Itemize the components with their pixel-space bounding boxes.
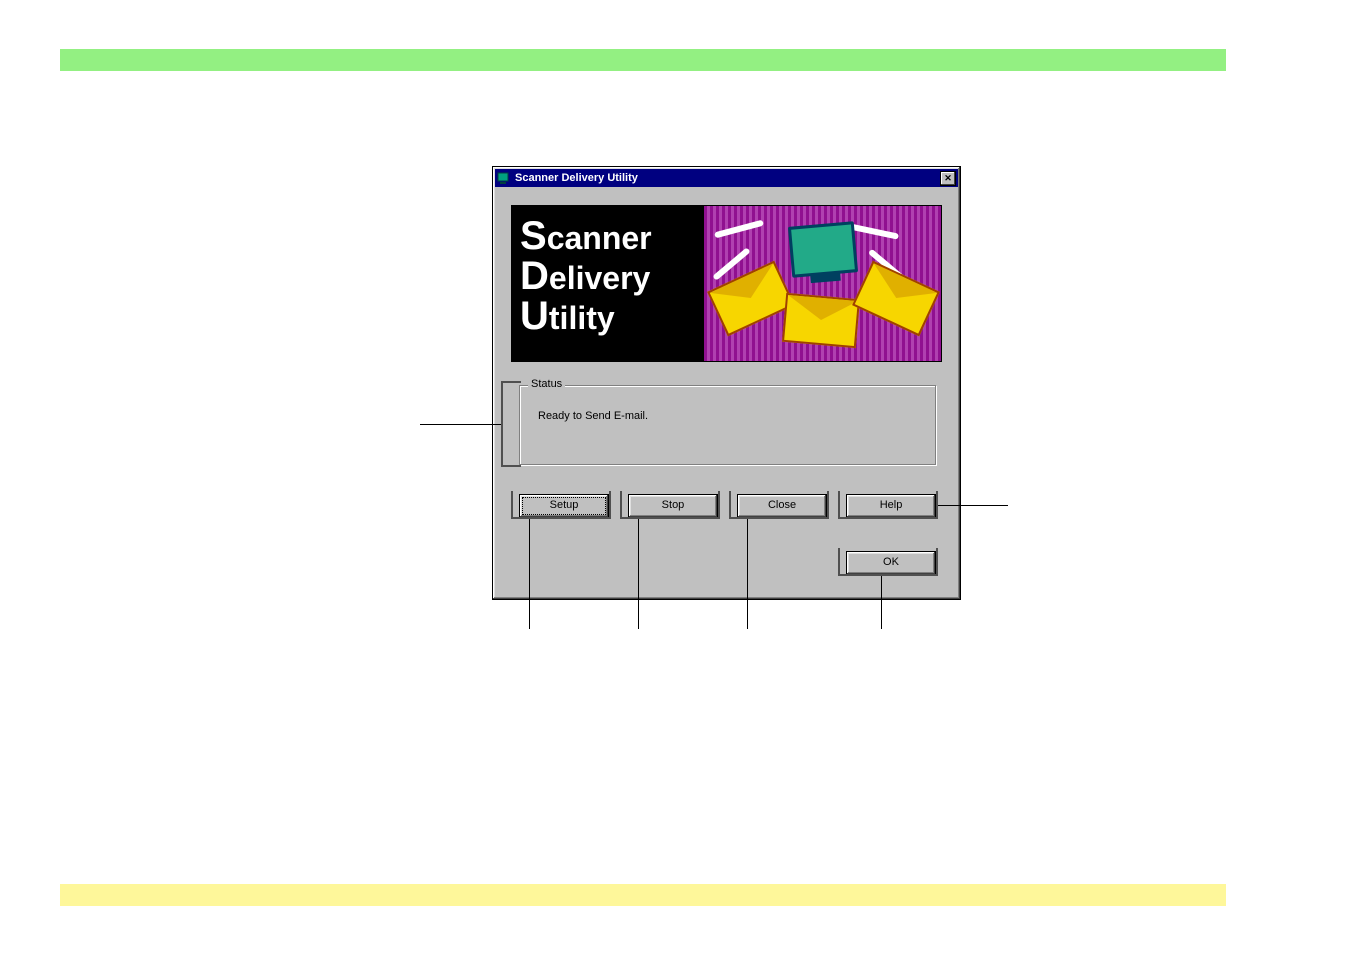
callout-ok-line bbox=[881, 576, 882, 629]
window-title: Scanner Delivery Utility bbox=[515, 172, 940, 184]
callout-ok-box bbox=[838, 548, 938, 576]
monitor-icon bbox=[787, 221, 857, 278]
banner-line3-initial: U bbox=[520, 294, 549, 338]
callout-status-line bbox=[420, 424, 501, 425]
envelope-icon bbox=[852, 261, 940, 337]
product-banner: Scanner Delivery Utility bbox=[511, 205, 942, 362]
envelope-icon bbox=[782, 293, 860, 348]
callout-help-box bbox=[838, 491, 938, 519]
banner-line1: canner bbox=[547, 220, 652, 256]
status-groupbox: Status Ready to Send E-mail. bbox=[519, 385, 936, 465]
banner-line2: elivery bbox=[549, 260, 650, 296]
banner-line2-initial: D bbox=[520, 254, 549, 298]
status-message: Ready to Send E-mail. bbox=[538, 410, 648, 422]
banner-line3: tility bbox=[549, 300, 615, 336]
callout-close-line bbox=[747, 519, 748, 629]
callout-setup-box bbox=[511, 491, 611, 519]
callout-close-box bbox=[729, 491, 829, 519]
app-icon bbox=[497, 171, 511, 185]
callout-help-line bbox=[938, 505, 1008, 506]
banner-line1-initial: S bbox=[520, 214, 547, 258]
banner-graphic bbox=[704, 206, 941, 361]
callout-stop-line bbox=[638, 519, 639, 629]
titlebar: Scanner Delivery Utility ✕ bbox=[495, 169, 958, 187]
page-footer-bar bbox=[60, 884, 1226, 906]
callout-status-box bbox=[501, 381, 521, 467]
page-header-bar bbox=[60, 49, 1226, 71]
callout-setup-line bbox=[529, 519, 530, 629]
callout-stop-box bbox=[620, 491, 720, 519]
scanner-delivery-dialog: Scanner Delivery Utility ✕ Scanner Deliv… bbox=[492, 166, 961, 600]
close-icon[interactable]: ✕ bbox=[940, 171, 956, 186]
banner-text: Scanner Delivery Utility bbox=[512, 206, 704, 361]
status-legend: Status bbox=[528, 378, 565, 390]
